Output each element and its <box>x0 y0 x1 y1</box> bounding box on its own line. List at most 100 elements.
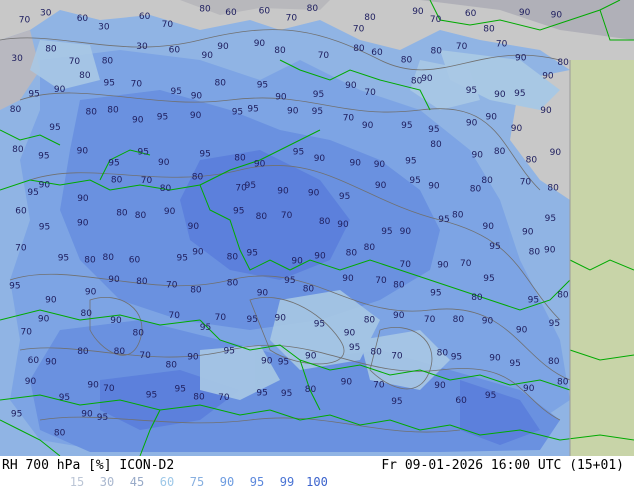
contour-label: 80 <box>452 211 464 221</box>
valid-time: Fr 09-01-2026 16:00 UTC (15+01) <box>381 458 624 473</box>
contour-label: 90 <box>472 151 484 161</box>
contour-label: 80 <box>54 428 66 438</box>
contour-label: 90 <box>428 181 440 191</box>
contour-label: 80 <box>12 145 24 155</box>
contour-label: 90 <box>38 314 50 324</box>
contour-label: 90 <box>45 295 57 305</box>
contour-label: 90 <box>87 380 99 390</box>
contour-label: 90 <box>54 85 66 95</box>
contour-label: 80 <box>274 46 286 56</box>
contour-label: 90 <box>275 93 287 103</box>
contour-label: 95 <box>199 149 210 159</box>
contour-label: 80 <box>234 153 246 163</box>
contour-label: 80 <box>364 243 376 253</box>
contour-label: 90 <box>287 106 299 116</box>
contour-label: 90 <box>85 287 97 297</box>
contour-label: 70 <box>520 178 532 188</box>
contour-label: 90 <box>400 227 412 237</box>
legend-item: 90 <box>219 475 235 489</box>
contour-label: 95 <box>9 282 20 292</box>
map-title: RH 700 hPa [%] ICON-D2 <box>2 458 175 473</box>
contour-label: 90 <box>466 119 478 129</box>
contour-label: 80 <box>305 385 317 395</box>
contour-label: 70 <box>364 88 376 98</box>
contour-label: 90 <box>494 90 506 100</box>
contour-label: 95 <box>200 323 211 333</box>
contour-label: 70 <box>373 381 385 391</box>
contour-label: 80 <box>430 140 442 150</box>
contour-label: 95 <box>545 214 556 224</box>
contour-label: 70 <box>391 351 403 361</box>
contour-label: 95 <box>11 409 22 419</box>
contour-label: 95 <box>177 253 188 263</box>
contour-label: 60 <box>465 9 477 19</box>
contour-label: 80 <box>557 58 569 68</box>
contour-label: 90 <box>345 81 357 91</box>
contour-label: 90 <box>437 260 449 270</box>
contour-label: 80 <box>84 256 96 266</box>
contour-label: 95 <box>349 343 360 353</box>
contour-label: 80 <box>303 285 315 295</box>
contour-label: 90 <box>257 288 269 298</box>
contour-label: 95 <box>256 388 267 398</box>
contour-label: 95 <box>59 393 70 403</box>
contour-label: 95 <box>401 121 412 131</box>
contour-label: 95 <box>430 289 441 299</box>
contour-label: 90 <box>421 74 433 84</box>
contour-label: 90 <box>486 112 498 122</box>
contour-label: 90 <box>393 311 405 321</box>
contour-label: 70 <box>15 243 27 253</box>
contour-label: 95 <box>313 90 324 100</box>
contour-label: 90 <box>158 158 170 168</box>
contour-label: 90 <box>551 10 563 20</box>
contour-label: 90 <box>132 115 144 125</box>
contour-label: 80 <box>548 357 560 367</box>
contour-label: 80 <box>116 208 128 218</box>
contour-label: 80 <box>192 173 204 183</box>
legend-item: 99 <box>279 475 295 489</box>
contour-label: 80 <box>227 279 239 289</box>
contour-label: 80 <box>319 217 331 227</box>
contour-label: 70 <box>69 57 81 67</box>
contour-label: 70 <box>318 51 330 61</box>
contour-label: 80 <box>77 347 89 357</box>
contour-label: 60 <box>129 256 141 266</box>
contour-label: 80 <box>353 44 365 54</box>
outside-domain-land <box>570 60 634 456</box>
contour-label: 90 <box>277 187 289 197</box>
contour-label: 95 <box>281 389 292 399</box>
contour-label: 80 <box>470 185 482 195</box>
contour-label: 95 <box>528 296 539 306</box>
contour-label: 90 <box>515 54 527 64</box>
contour-label: 80 <box>81 309 93 319</box>
contour-label: 95 <box>232 108 243 118</box>
contour-label: 90 <box>482 317 494 327</box>
contour-label: 90 <box>187 352 199 362</box>
contour-label: 95 <box>38 152 49 162</box>
contour-label: 90 <box>314 154 326 164</box>
contour-label: 80 <box>256 212 268 222</box>
contour-label: 90 <box>254 39 266 49</box>
contour-label: 95 <box>108 158 119 168</box>
contour-label: 80 <box>160 184 172 194</box>
contour-label: 90 <box>308 189 320 199</box>
contour-label: 90 <box>45 358 57 368</box>
contour-label: 80 <box>481 176 493 186</box>
contour-label: 90 <box>305 351 317 361</box>
contour-label: 60 <box>15 207 27 217</box>
contour-label: 70 <box>496 40 508 50</box>
contour-label: 95 <box>485 391 496 401</box>
contour-label: 70 <box>456 42 468 52</box>
contour-label: 95 <box>146 391 157 401</box>
contour-label: 80 <box>437 349 449 359</box>
contour-label: 70 <box>424 315 436 325</box>
contour-label: 80 <box>86 108 98 118</box>
contour-label: 80 <box>166 361 178 371</box>
contour-label: 80 <box>307 4 319 14</box>
contour-label: 80 <box>370 348 382 358</box>
contour-label: 90 <box>350 159 362 169</box>
contour-label: 90 <box>374 160 386 170</box>
contour-label: 80 <box>483 25 495 35</box>
contour-label: 90 <box>202 51 214 61</box>
contour-label: 80 <box>364 315 376 325</box>
